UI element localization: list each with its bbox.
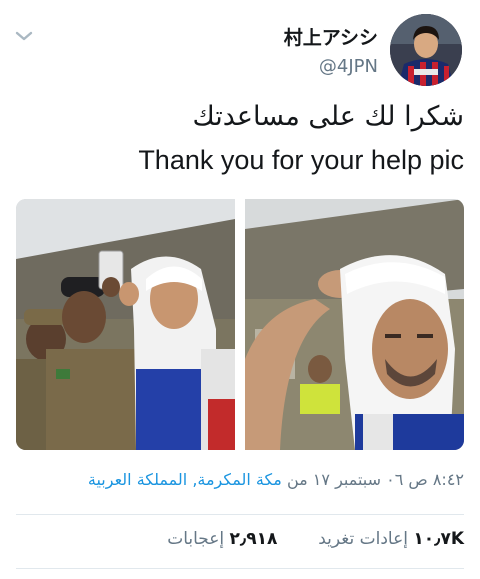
divider — [16, 568, 464, 569]
tweet-header: 村上アシシ @4JPN — [0, 0, 480, 95]
tweet-location[interactable]: مكة المكرمة, المملكة العربية — [88, 470, 282, 489]
divider — [16, 514, 464, 515]
author-names[interactable]: 村上アシシ @4JPN — [284, 26, 378, 80]
tweet-timestamp[interactable]: ٨:٤٢ ص ٠٦ سبتمبر ١٧ من — [287, 470, 464, 489]
photo-selfie-with-guards — [16, 199, 235, 450]
author-display-name[interactable]: 村上アシシ — [284, 26, 378, 50]
photo-1[interactable] — [16, 199, 235, 450]
tweet-text-arabic: شكرا لك على مساعدتك — [192, 101, 464, 132]
retweets-stat[interactable]: ١٠٫٧K إعادات تغريد — [318, 529, 464, 549]
author-handle[interactable]: @4JPN — [284, 54, 378, 80]
tweet-text: شكرا لك على مساعدتك Thank you for your h… — [0, 98, 464, 180]
tweet-meta: ٨:٤٢ ص ٠٦ سبتمبر ١٧ من مكة المكرمة, المم… — [88, 470, 464, 489]
likes-count: ٢٫٩١٨ — [229, 529, 278, 549]
tweet-text-english: Thank you for your help pic — [138, 145, 464, 175]
tweet-stats: ١٠٫٧K إعادات تغريد ٢٫٩١٨ إعجابات — [167, 529, 464, 549]
photo-2[interactable] — [245, 199, 464, 450]
retweets-label: إعادات تغريد — [318, 529, 408, 549]
chevron-down-icon[interactable] — [14, 26, 34, 46]
photo-selfie-headscarf — [245, 199, 464, 450]
retweets-count: ١٠٫٧K — [413, 529, 464, 549]
avatar[interactable] — [390, 14, 462, 86]
likes-stat[interactable]: ٢٫٩١٨ إعجابات — [167, 529, 277, 549]
tweet-photos — [16, 199, 464, 450]
user-avatar-icon — [390, 14, 462, 86]
likes-label: إعجابات — [167, 529, 225, 549]
